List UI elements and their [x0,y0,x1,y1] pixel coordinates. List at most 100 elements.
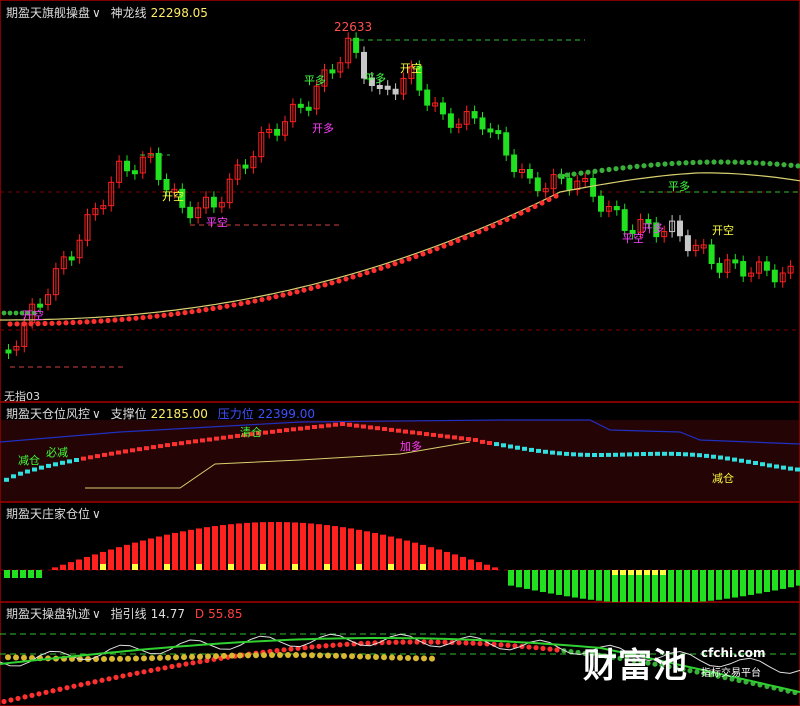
track-dot [407,639,413,645]
candle-body [708,244,715,265]
position-bar [268,522,274,570]
guide-dot [333,652,339,659]
position-mark [746,459,751,464]
trail-dot [98,318,104,324]
trail-dot [203,306,209,313]
position-bar [220,525,226,570]
trail-dot [634,163,640,169]
position-bar-highlight [164,564,170,570]
trail-dot [511,213,517,219]
candle-body [305,106,312,111]
position-bar [340,527,346,570]
position-mark [340,422,345,426]
position-bar [732,570,738,598]
trail-dot [441,243,447,249]
track-dot [386,639,392,646]
signal-label: 开空 [162,190,184,203]
candle-body [598,195,604,212]
trail-dot [739,159,745,165]
guide-dot [381,654,387,661]
candle-body [131,170,138,175]
signal-label: 加多 [400,440,422,453]
trail-dot [518,210,524,216]
signal-label: 开多 [312,122,334,135]
position-bar-highlight [660,570,666,575]
guide-dot [213,653,219,660]
position-bar [780,570,786,589]
position-mark [767,463,772,468]
trail-dot [7,310,13,316]
position-mark [438,433,443,438]
position-mark [627,452,632,457]
guide-dot [365,653,371,660]
position-mark [396,428,401,433]
trail-dot [147,314,153,320]
position-mark [270,429,275,434]
trail-dot [599,167,605,173]
trail-dot [525,207,531,213]
position-mark [417,431,422,436]
guide-dot [397,654,403,661]
track-dot [29,692,35,698]
position-bar [348,528,354,570]
position-mark [466,437,471,442]
position-mark [333,422,338,427]
position-mark [382,427,387,431]
position-bar-highlight [228,564,234,570]
trail-dot [175,310,181,317]
position-mark [613,452,618,457]
track-dot [22,694,28,700]
watermark-url: cfchi.com [701,646,766,660]
signal-label: 减仓 [712,472,734,485]
trail-dot [364,270,370,276]
position-mark [452,435,457,440]
track-dot [687,668,693,674]
trail-dot [434,246,440,252]
trail-dot [385,263,391,269]
position-mark [648,451,653,456]
candle-body [613,206,620,211]
position-mark [620,452,625,457]
position-bar [204,527,210,570]
position-mark [109,451,114,456]
position-bar [700,570,706,602]
guide-dot [429,655,435,662]
position-bar [124,544,130,570]
position-bar [516,570,522,588]
position-bar-highlight [620,570,626,575]
signal-label: 开空 [22,309,44,322]
position-mark [795,467,800,472]
trail-dot [322,282,328,288]
position-mark [102,452,107,457]
trail-dot [627,164,633,170]
position-mark [781,465,786,470]
signal-label: 平多 [668,180,690,193]
track-dot [148,667,154,674]
trail-dot [112,317,118,323]
trail-dot [301,287,307,293]
position-mark [557,451,562,456]
position-mark [676,452,681,456]
trail-dot [564,172,570,178]
trail-dot [252,298,258,304]
position-mark [214,436,219,441]
position-mark [732,457,737,462]
trail-dot [781,162,787,168]
track-dot [183,661,189,667]
candle-body [684,235,691,252]
position-mark [487,441,492,445]
position-bar [572,570,578,598]
candle-body [732,259,739,264]
position-mark [4,477,9,482]
position-bar [276,522,282,570]
trail-dot [483,226,489,232]
candle-body [771,269,778,283]
track-dot [92,679,98,685]
position-bar [260,522,266,570]
position-mark [480,439,485,444]
position-mark [172,442,177,447]
track-dot [498,642,504,648]
trail-dot [371,267,377,274]
moving-average-line [0,172,800,321]
trail-dot [476,229,482,235]
